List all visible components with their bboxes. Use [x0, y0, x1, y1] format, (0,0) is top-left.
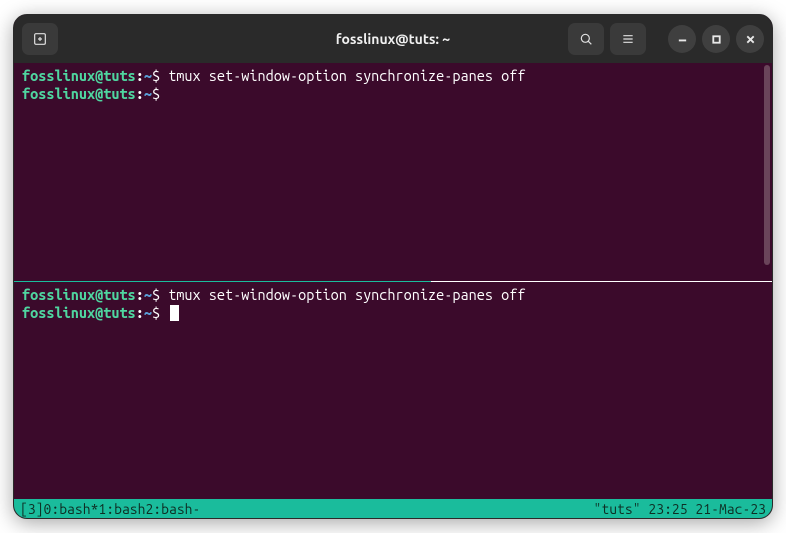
prompt-path: ~	[144, 286, 152, 303]
prompt-user: fosslinux@tuts	[22, 286, 136, 303]
maximize-button[interactable]	[702, 25, 730, 53]
prompt-path: ~	[144, 85, 152, 102]
status-window-1[interactable]: 1:bash	[98, 501, 145, 517]
tmux-pane-bottom[interactable]: fosslinux@tuts:~$ tmux set-window-option…	[14, 282, 772, 500]
new-tab-icon	[32, 31, 48, 47]
maximize-icon	[711, 34, 722, 45]
status-window-0[interactable]: 0:bash*	[44, 501, 99, 517]
prompt-colon: :	[136, 286, 144, 303]
terminal-window: fosslinux@tuts: ~ fosslinux@tuts:~$	[13, 14, 773, 519]
prompt-user: fosslinux@tuts	[22, 67, 136, 84]
status-window-2[interactable]: 2:bash-	[145, 501, 200, 517]
new-tab-button[interactable]	[22, 23, 58, 55]
prompt-user: fosslinux@tuts	[22, 85, 136, 102]
titlebar-right	[568, 23, 764, 55]
tmux-statusbar: [3] 0:bash* 1:bash 2:bash- "tuts" 23:25 …	[14, 499, 772, 518]
prompt-dollar: $	[152, 67, 168, 84]
menu-button[interactable]	[610, 23, 646, 55]
search-button[interactable]	[568, 23, 604, 55]
statusbar-left: [3] 0:bash* 1:bash 2:bash-	[20, 501, 200, 517]
prompt-user: fosslinux@tuts	[22, 304, 136, 321]
scrollbar[interactable]	[764, 65, 770, 265]
command-text: tmux set-window-option synchronize-panes…	[168, 286, 525, 303]
menu-icon	[620, 31, 636, 47]
prompt-line: fosslinux@tuts:~$ tmux set-window-option…	[22, 67, 764, 85]
prompt-colon: :	[136, 67, 144, 84]
prompt-colon: :	[136, 85, 144, 102]
statusbar-right: "tuts" 23:25 21-Mac-23	[594, 501, 766, 517]
prompt-dollar: $	[152, 85, 160, 102]
titlebar: fosslinux@tuts: ~	[14, 15, 772, 63]
prompt-colon: :	[136, 304, 144, 321]
session-id: [3]	[20, 501, 44, 517]
close-button[interactable]	[736, 25, 764, 53]
minimize-button[interactable]	[668, 25, 696, 53]
prompt-line: fosslinux@tuts:~$	[22, 85, 764, 103]
terminal-body: fosslinux@tuts:~$ tmux set-window-option…	[14, 63, 772, 518]
prompt-dollar: $	[152, 304, 168, 321]
search-icon	[578, 31, 594, 47]
cursor	[170, 305, 179, 321]
prompt-line: fosslinux@tuts:~$ tmux set-window-option…	[22, 286, 764, 304]
prompt-dollar: $	[152, 286, 168, 303]
minimize-icon	[677, 34, 688, 45]
tmux-pane-top[interactable]: fosslinux@tuts:~$ tmux set-window-option…	[14, 63, 772, 281]
close-icon	[745, 34, 756, 45]
prompt-path: ~	[144, 304, 152, 321]
command-text: tmux set-window-option synchronize-panes…	[168, 67, 525, 84]
titlebar-left	[22, 23, 58, 55]
prompt-path: ~	[144, 67, 152, 84]
prompt-line: fosslinux@tuts:~$	[22, 304, 764, 322]
